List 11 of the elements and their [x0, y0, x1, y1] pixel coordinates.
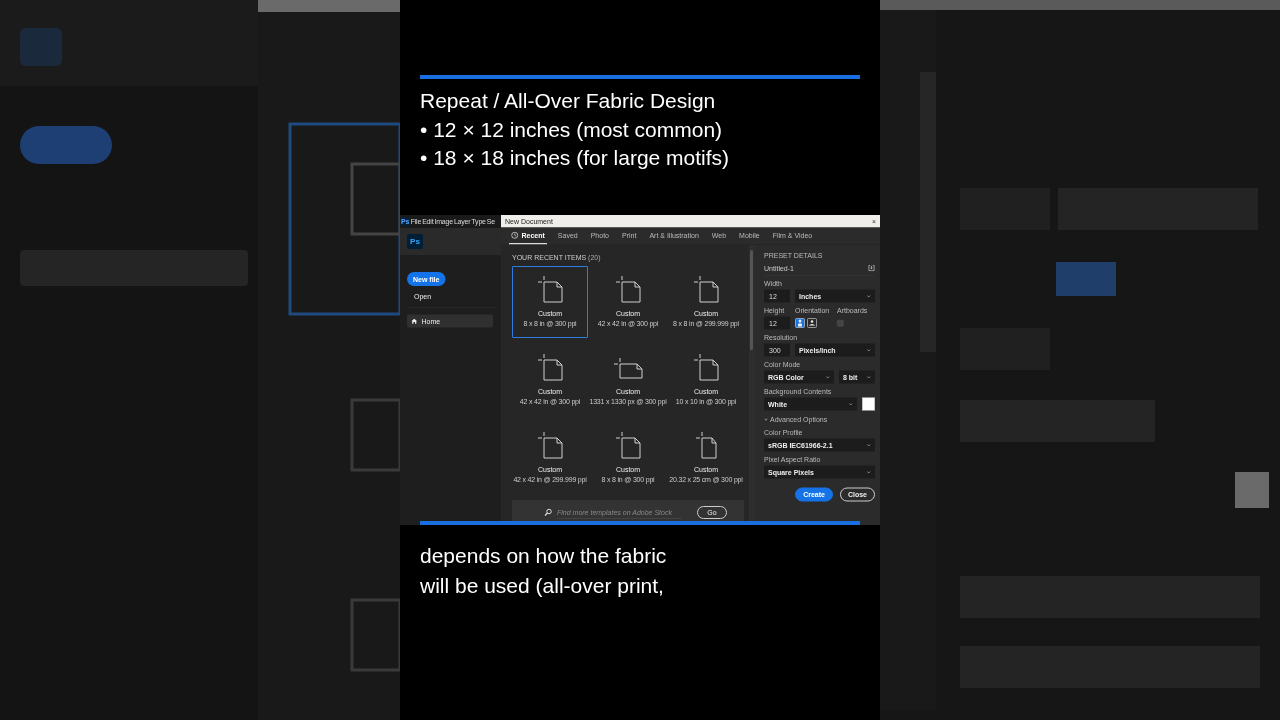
portrait-icon[interactable] — [795, 318, 805, 328]
home-icon — [411, 317, 418, 325]
caption-line: will be used (all-over print, — [420, 573, 665, 599]
caption-line: • 18 × 18 inches (for large motifs) — [420, 145, 731, 171]
caption-line: • 12 × 12 inches (most common) — [420, 116, 724, 143]
color-swatch[interactable] — [862, 397, 875, 411]
caption-line: Repeat / All-Over Fabric Design — [420, 88, 717, 114]
caption-line: depends on how the fabric — [420, 543, 668, 569]
app-logo: Ps — [407, 234, 423, 249]
landscape-icon[interactable] — [807, 318, 817, 328]
artboards-checkbox[interactable] — [837, 319, 844, 327]
